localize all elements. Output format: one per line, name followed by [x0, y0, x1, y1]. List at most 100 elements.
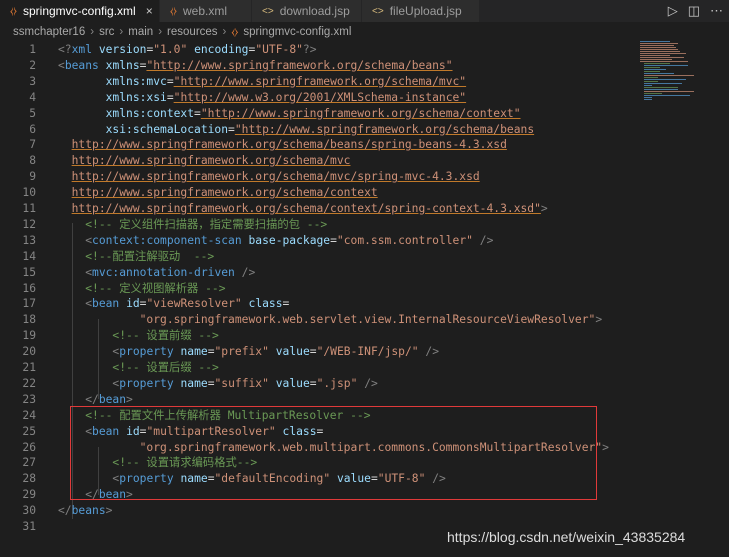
- line-number: 29: [22, 488, 36, 502]
- code-text: <!--配置注解驱动 -->: [58, 249, 214, 265]
- code-text: xmlns:context="http://www.springframewor…: [58, 106, 521, 122]
- watermark: https://blog.csdn.net/weixin_43835284: [447, 529, 686, 545]
- breadcrumb-item[interactable]: resources: [167, 26, 218, 38]
- close-icon[interactable]: ×: [146, 4, 153, 18]
- code-text: http://www.springframework.org/schema/mv…: [58, 153, 351, 169]
- code-token: property: [119, 376, 174, 390]
- run-icon[interactable]: ▷: [668, 3, 678, 19]
- line-number: 3: [29, 74, 36, 88]
- line-number: 12: [22, 217, 36, 231]
- code-text: <!-- 设置后缀 -->: [58, 360, 219, 376]
- code-token: >: [595, 313, 603, 327]
- code-token: "prefix": [214, 345, 269, 359]
- minimap-line: [644, 87, 678, 88]
- minimap-line: [644, 99, 652, 100]
- minimap-line: [640, 59, 672, 60]
- breadcrumb-item[interactable]: src: [99, 26, 114, 38]
- line-number: 31: [22, 520, 36, 533]
- code-token: http://www.springframework.org/schema/co…: [71, 186, 378, 200]
- line-number: 24: [22, 408, 36, 422]
- tab-download-jsp[interactable]: <> download.jsp: [252, 0, 362, 22]
- line-number: 9: [29, 170, 36, 184]
- minimap-line: [644, 69, 666, 70]
- code-token: beans: [64, 58, 99, 72]
- breadcrumb-item[interactable]: ssmchapter16: [13, 26, 85, 38]
- xml-file-icon: ⧼⧽: [170, 5, 177, 17]
- code-token: =: [309, 345, 317, 359]
- minimap-line: [644, 93, 662, 94]
- minimap[interactable]: [640, 41, 715, 103]
- line-number: 18: [22, 313, 36, 327]
- code-token: =: [166, 74, 174, 88]
- code-token: beans: [71, 504, 106, 518]
- code-token: <!-- 设置后缀 -->: [112, 361, 219, 374]
- minimap-line: [640, 57, 684, 58]
- tab-strip: ⧼⧽ springmvc-config.xml × ⧼⧽ web.xml <> …: [0, 0, 729, 22]
- code-token: <: [58, 58, 65, 72]
- line-number: 15: [22, 265, 36, 279]
- code-file-icon: <>: [372, 5, 384, 17]
- code-line: 30 </beans>: [0, 503, 729, 519]
- code-text: <!-- 定义视图解析器 -->: [58, 281, 226, 297]
- code-line: 20 <property name="prefix" value="/WEB-I…: [0, 344, 729, 360]
- code-text: "org.springframework.web.servlet.view.In…: [58, 312, 603, 328]
- code-line: 15 <mvc:annotation-driven />: [0, 265, 729, 281]
- code-text: <!-- 定义组件扫描器，指定需要扫描的包 -->: [58, 217, 327, 233]
- minimap-line: [644, 71, 660, 72]
- minimap-line: [644, 65, 688, 66]
- code-token: =: [228, 122, 235, 136]
- split-editor-icon[interactable]: ◫: [688, 3, 700, 19]
- more-actions-icon[interactable]: ⋯: [710, 3, 723, 19]
- code-token: <!--配置注解驱动 -->: [85, 249, 215, 263]
- line-number: 21: [22, 361, 36, 374]
- code-text: xsi:schemaLocation="http://www.springfra…: [58, 122, 535, 138]
- code-token: encoding: [194, 43, 249, 56]
- code-token: http://www.springframework.org/schema/mv…: [71, 170, 480, 184]
- code-text: <context:component-scan base-package="co…: [58, 233, 493, 249]
- code-token: "http://www.w3.org/2001/XMLSchema-instan…: [173, 90, 467, 104]
- code-line: 4 xmlns:xsi="http://www.w3.org/2001/XMLS…: [0, 90, 729, 106]
- code-text: xmlns:xsi="http://www.w3.org/2001/XMLSch…: [58, 90, 467, 106]
- breadcrumb-item[interactable]: main: [128, 26, 153, 38]
- tab-springmvc-config[interactable]: ⧼⧽ springmvc-config.xml ×: [0, 0, 160, 22]
- line-number: 17: [22, 297, 36, 311]
- minimap-line: [644, 75, 694, 76]
- tab-fileupload-jsp[interactable]: <> fileUpload.jsp: [362, 0, 480, 22]
- code-text: <property name="suffix" value=".jsp" />: [58, 376, 377, 392]
- code-token: version: [98, 43, 147, 56]
- code-text: http://www.springframework.org/schema/co…: [58, 201, 548, 217]
- tab-web-xml[interactable]: ⧼⧽ web.xml: [160, 0, 252, 22]
- code-token: </: [85, 392, 99, 406]
- code-line: 13 <context:component-scan base-package=…: [0, 233, 729, 249]
- code-token: "http://www.springframework.org/schema/b…: [234, 122, 535, 136]
- code-line: 7 http://www.springframework.org/schema/…: [0, 137, 729, 153]
- code-line: 18 "org.springframework.web.servlet.view…: [0, 312, 729, 328]
- tab-label: download.jsp: [279, 4, 350, 18]
- line-number: 28: [22, 472, 36, 486]
- breadcrumb-item[interactable]: springmvc-config.xml: [243, 26, 351, 38]
- code-token: <?: [58, 43, 72, 56]
- breadcrumb: ssmchapter16 › src › main › resources › …: [0, 22, 729, 42]
- code-token: <!-- 定义视图解析器 -->: [85, 281, 226, 295]
- code-text: <bean id="viewResolver" class=: [58, 296, 289, 312]
- minimap-line: [640, 55, 670, 56]
- line-number: 27: [22, 456, 36, 470]
- line-number: 10: [22, 186, 36, 200]
- minimap-line: [644, 73, 674, 74]
- line-number: 8: [29, 154, 36, 168]
- code-token: name: [180, 345, 208, 359]
- code-line: 6 xsi:schemaLocation="http://www.springf…: [0, 122, 729, 138]
- code-token: value: [275, 376, 310, 390]
- line-number: 19: [22, 329, 36, 343]
- code-token: xmlns:xsi: [105, 90, 167, 104]
- highlight-box: [70, 406, 597, 500]
